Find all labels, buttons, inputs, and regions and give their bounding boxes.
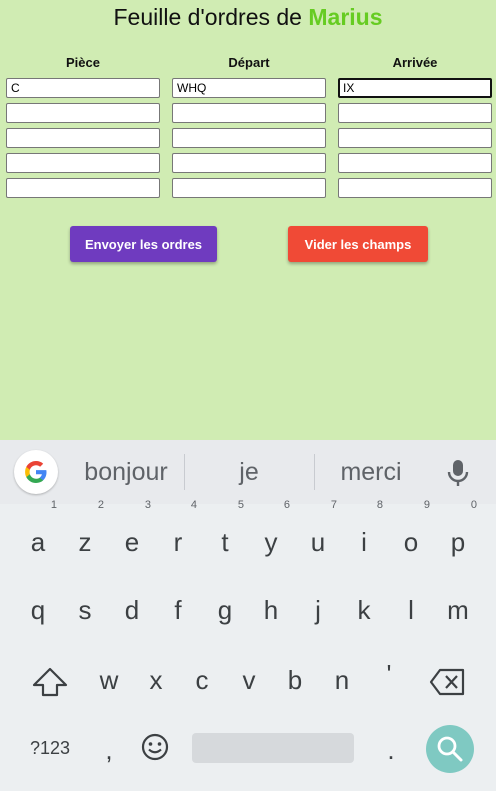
key-a[interactable]: 1a: [15, 500, 61, 570]
piece-input-5[interactable]: [6, 178, 160, 198]
key-k[interactable]: k: [341, 582, 387, 638]
arrivee-input-1[interactable]: [338, 78, 492, 98]
piece-input-1[interactable]: [6, 78, 160, 98]
piece-input-3[interactable]: [6, 128, 160, 148]
key-f[interactable]: f: [155, 582, 201, 638]
key-p[interactable]: 0p: [435, 500, 481, 570]
key-r[interactable]: 4r: [155, 500, 201, 570]
piece-input-2[interactable]: [6, 103, 160, 123]
key-h[interactable]: h: [248, 582, 294, 638]
clear-fields-button[interactable]: Vider les champs: [288, 226, 428, 262]
suggestion-bar: bonjour je merci: [0, 440, 496, 504]
search-key[interactable]: [426, 725, 474, 773]
google-icon[interactable]: [14, 450, 58, 494]
key-period[interactable]: .: [368, 722, 414, 778]
key-q[interactable]: q: [15, 582, 61, 638]
key-i[interactable]: 8i: [341, 500, 387, 570]
key-m[interactable]: m: [435, 582, 481, 638]
suggestion-divider: [184, 454, 185, 490]
key-z[interactable]: 2z: [62, 500, 108, 570]
emoji-icon[interactable]: [140, 732, 170, 762]
search-icon: [437, 736, 463, 762]
player-name: Marius: [308, 4, 383, 30]
arrivee-input-3[interactable]: [338, 128, 492, 148]
depart-input-5[interactable]: [172, 178, 326, 198]
key-l[interactable]: l: [388, 582, 434, 638]
microphone-icon[interactable]: [444, 458, 472, 488]
order-sheet-app: Feuille d'ordres de Marius Pièce Départ …: [0, 0, 496, 440]
column-header-piece: Pièce: [66, 55, 100, 70]
backspace-icon[interactable]: [428, 666, 468, 698]
key-x[interactable]: x: [133, 652, 179, 708]
arrivee-input-5[interactable]: [338, 178, 492, 198]
space-bar[interactable]: [192, 733, 354, 763]
shift-icon[interactable]: [30, 664, 70, 700]
title-prefix: Feuille d'ordres de: [113, 4, 302, 30]
key-d[interactable]: d: [109, 582, 155, 638]
page-title: Feuille d'ordres de Marius: [0, 4, 496, 31]
key-n[interactable]: n: [319, 652, 365, 708]
key-v[interactable]: v: [226, 652, 272, 708]
key-j[interactable]: j: [295, 582, 341, 638]
key-w[interactable]: w: [86, 652, 132, 708]
arrivee-input-4[interactable]: [338, 153, 492, 173]
suggestion-3[interactable]: merci: [318, 458, 424, 487]
suggestion-1[interactable]: bonjour: [72, 458, 180, 487]
key-g[interactable]: g: [202, 582, 248, 638]
key-b[interactable]: b: [272, 652, 318, 708]
key-t[interactable]: 5t: [202, 500, 248, 570]
key-e[interactable]: 3e: [109, 500, 155, 570]
depart-input-3[interactable]: [172, 128, 326, 148]
suggestion-divider: [314, 454, 315, 490]
piece-input-4[interactable]: [6, 153, 160, 173]
key-apostrophe[interactable]: ': [366, 646, 412, 702]
arrivee-input-2[interactable]: [338, 103, 492, 123]
key-s[interactable]: s: [62, 582, 108, 638]
suggestion-2[interactable]: je: [188, 458, 310, 487]
key-comma[interactable]: ,: [86, 722, 132, 778]
depart-input-1[interactable]: [172, 78, 326, 98]
on-screen-keyboard: bonjour je merci 1a 2z 3e 4r 5t 6y 7u 8i…: [0, 440, 496, 791]
depart-input-2[interactable]: [172, 103, 326, 123]
send-orders-button[interactable]: Envoyer les ordres: [70, 226, 217, 262]
key-o[interactable]: 9o: [388, 500, 434, 570]
column-header-arrivee: Arrivée: [392, 55, 438, 70]
key-y[interactable]: 6y: [248, 500, 294, 570]
key-c[interactable]: c: [179, 652, 225, 708]
depart-input-4[interactable]: [172, 153, 326, 173]
column-header-depart: Départ: [228, 55, 270, 70]
symbols-key[interactable]: ?123: [22, 720, 78, 776]
key-u[interactable]: 7u: [295, 500, 341, 570]
